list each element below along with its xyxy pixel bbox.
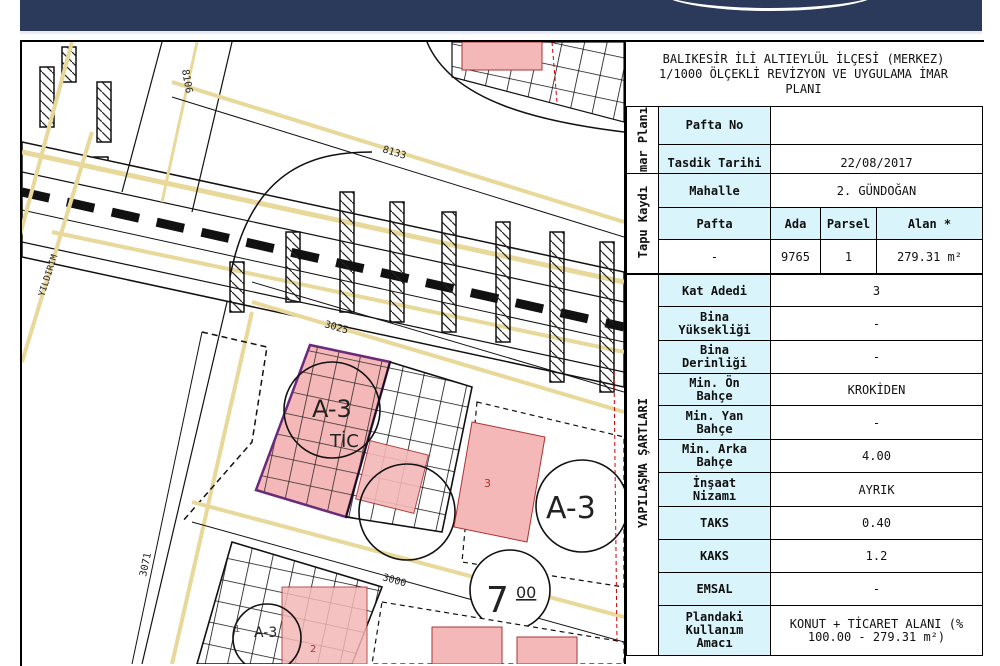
height-value-main: 7 <box>486 580 509 621</box>
parcel-number-2: 2 <box>310 644 316 655</box>
condition-value: 4.00 <box>770 439 983 473</box>
zone-label-main-sub: TİC <box>329 431 359 452</box>
condition-value: KONUT + TİCARET ALANI (% 100.00 - 279.31… <box>770 605 983 656</box>
tapu-table: Tapu Kaydı Mahalle 2. GÜNDOĞAN Pafta Ada… <box>626 173 983 274</box>
condition-value: 1.2 <box>770 539 983 573</box>
condition-value: 0.40 <box>770 506 983 540</box>
condition-value: - <box>770 572 983 606</box>
mahalle-label: Mahalle <box>658 173 771 208</box>
top-banner <box>20 0 982 34</box>
condition-value: - <box>770 340 983 374</box>
yapilasma-label: YAPILAŞMA ŞARTLARI <box>626 274 659 656</box>
condition-label: Bina Derinliği <box>658 340 771 374</box>
condition-value: KROKİDEN <box>770 373 983 406</box>
condition-label: Bina Yüksekliği <box>658 306 771 341</box>
road-label-3000: 3000 <box>381 572 407 589</box>
condition-label: TAKS <box>658 506 771 540</box>
col-header-alan: Alan * <box>876 207 983 240</box>
zoning-map-drawing: 8106 8133 3025 3071 3000 YILDIRIM A-3 Tİ… <box>22 42 624 664</box>
parcel-number-1: 1 <box>234 624 240 635</box>
banner-arc <box>660 0 880 11</box>
pafta-value: - <box>658 239 771 274</box>
road-label-3071: 3071 <box>138 552 154 578</box>
pafta-no-label: Pafta No <box>658 106 771 145</box>
condition-label: Kat Adedi <box>658 274 771 307</box>
alan-value: 279.31 m² <box>876 239 983 274</box>
condition-label: İnşaat Nizamı <box>658 472 771 507</box>
col-header-ada: Ada <box>770 207 821 240</box>
condition-label: KAKS <box>658 539 771 573</box>
condition-label: Min. Ön Bahçe <box>658 373 771 406</box>
parcel-number-3: 3 <box>484 477 491 490</box>
zone-label-right: A-3 <box>546 491 596 526</box>
ada-value: 9765 <box>770 239 821 274</box>
col-header-parsel: Parsel <box>820 207 877 240</box>
tapu-kaydi-label: Tapu Kaydı <box>626 173 659 274</box>
zone-label-main: A-3 <box>312 395 352 423</box>
road-label-8133: 8133 <box>381 144 407 162</box>
condition-value: 3 <box>770 274 983 307</box>
condition-label: Min. Yan Bahçe <box>658 405 771 440</box>
yapilasma-table: YAPILAŞMA ŞARTLARI Kat Adedi 3 Bina Yüks… <box>626 274 983 656</box>
condition-value: AYRIK <box>770 472 983 507</box>
map-linework <box>22 42 624 664</box>
pafta-no-value <box>770 106 983 145</box>
imar-plani-label: İmar Planı <box>626 105 659 184</box>
col-header-pafta: Pafta <box>658 207 771 240</box>
plan-info-table: İmar Planı Pafta No Tasdik Tarihi 22/08/… <box>626 105 983 184</box>
plan-title: BALIKESİR İLİ ALTIEYLÜL İLÇESİ (MERKEZ) … <box>626 42 981 107</box>
height-value-sub: 00 <box>516 583 536 602</box>
condition-value: - <box>770 306 983 341</box>
condition-label: EMSAL <box>658 572 771 606</box>
banner-separator <box>20 31 982 34</box>
zoning-info-panel: BALIKESİR İLİ ALTIEYLÜL İLÇESİ (MERKEZ) … <box>624 42 983 664</box>
zoning-map[interactable]: 8106 8133 3025 3071 3000 YILDIRIM A-3 Tİ… <box>22 42 624 664</box>
condition-label: Min. Arka Bahçe <box>658 439 771 473</box>
parsel-value: 1 <box>820 239 877 274</box>
condition-label: Plandaki Kullanım Amacı <box>658 605 771 656</box>
condition-value: - <box>770 405 983 440</box>
zone-label-bottom: A-3 <box>254 625 277 641</box>
mahalle-value: 2. GÜNDOĞAN <box>770 173 983 208</box>
